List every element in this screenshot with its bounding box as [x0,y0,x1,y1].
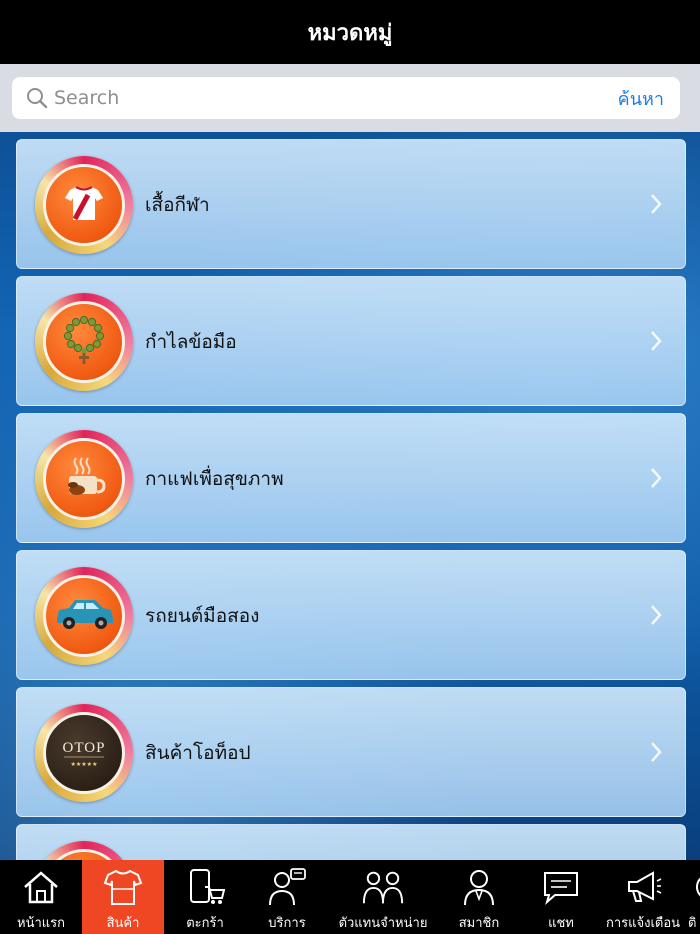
nav-header: หมวดหมู่ [0,0,700,64]
tab-label: สินค้า [106,916,140,931]
tab-chat[interactable]: แชท [520,860,602,934]
search-bar: ค้นหา [0,64,700,132]
tab-notifications[interactable]: การแจ้งเตือน [602,860,684,934]
search-icon [20,77,54,119]
category-badge [35,567,133,665]
category-label: กาแฟเพื่อสุขภาพ [145,468,284,490]
chevron-right-icon [649,603,663,627]
member-icon [458,866,500,908]
category-list: เสื้อกีฬา กำไลข้อมือ กาแฟเพื่อสุขภาพ รถย… [16,139,686,860]
category-label: กำไลข้อมือ [145,331,237,353]
chevron-right-icon [649,192,663,216]
search-button[interactable]: ค้นหา [602,84,680,113]
search-field[interactable]: ค้นหา [12,77,680,119]
tab-contact[interactable]: ติ [684,860,700,934]
category-badge [35,293,133,391]
tab-label: สมาชิก [458,916,500,931]
category-label: เสื้อกีฬา [145,194,210,216]
tab-home[interactable]: หน้าแรก [0,860,82,934]
tab-dealers[interactable]: ตัวแทนจำหน่าย [328,860,438,934]
tab-bar: หน้าแรก สินค้า ตะกร้า บริการ ตัวแทนจำหน่… [0,860,700,934]
svg-text:★★★★★: ★★★★★ [71,761,98,768]
tab-label: ตัวแทนจำหน่าย [338,916,428,931]
tab-label: บริการ [268,916,306,931]
category-row-partial[interactable] [16,824,686,860]
chevron-right-icon [649,466,663,490]
tab-label: แชท [548,916,574,931]
category-badge [35,430,133,528]
category-badge [35,841,133,860]
tab-label: หน้าแรก [17,916,65,931]
search-input[interactable] [54,78,602,118]
tab-label: การแจ้งเตือน [605,916,681,931]
tab-cart[interactable]: ตะกร้า [164,860,246,934]
otop-logo: OTOP ★★★★★ [54,731,114,775]
megaphone-icon [622,866,664,908]
bracelet-icon [60,315,108,369]
car-icon [53,596,115,636]
category-row-otop[interactable]: OTOP ★★★★★ สินค้าโอท็อป [16,687,686,817]
chat-icon [540,866,582,908]
home-icon [20,866,62,908]
svg-text:OTOP: OTOP [63,740,106,756]
category-badge [35,156,133,254]
tab-member[interactable]: สมาชิก [438,860,520,934]
chevron-right-icon [649,740,663,764]
service-icon [266,866,308,908]
cart-icon [184,866,226,908]
shirt-icon [102,866,144,908]
category-row-coffee[interactable]: กาแฟเพื่อสุขภาพ [16,413,686,543]
chevron-right-icon [649,329,663,353]
tab-label: ติ [688,916,697,931]
category-label: รถยนต์มือสอง [145,605,260,627]
category-content[interactable]: ค้นหา เสื้อกีฬา [0,64,700,860]
category-badge: OTOP ★★★★★ [35,704,133,802]
dealers-icon [362,866,404,908]
tab-label: ตะกร้า [186,916,224,931]
category-row-used-car[interactable]: รถยนต์มือสอง [16,550,686,680]
jersey-icon [62,181,106,229]
category-label: สินค้าโอท็อป [145,742,251,764]
coffee-icon [61,454,107,504]
contact-icon [688,866,700,908]
page-title: หมวดหมู่ [307,20,393,46]
category-row-bracelet[interactable]: กำไลข้อมือ [16,276,686,406]
tab-products[interactable]: สินค้า [82,860,164,934]
tab-services[interactable]: บริการ [246,860,328,934]
category-row-sport-shirt[interactable]: เสื้อกีฬา [16,139,686,269]
